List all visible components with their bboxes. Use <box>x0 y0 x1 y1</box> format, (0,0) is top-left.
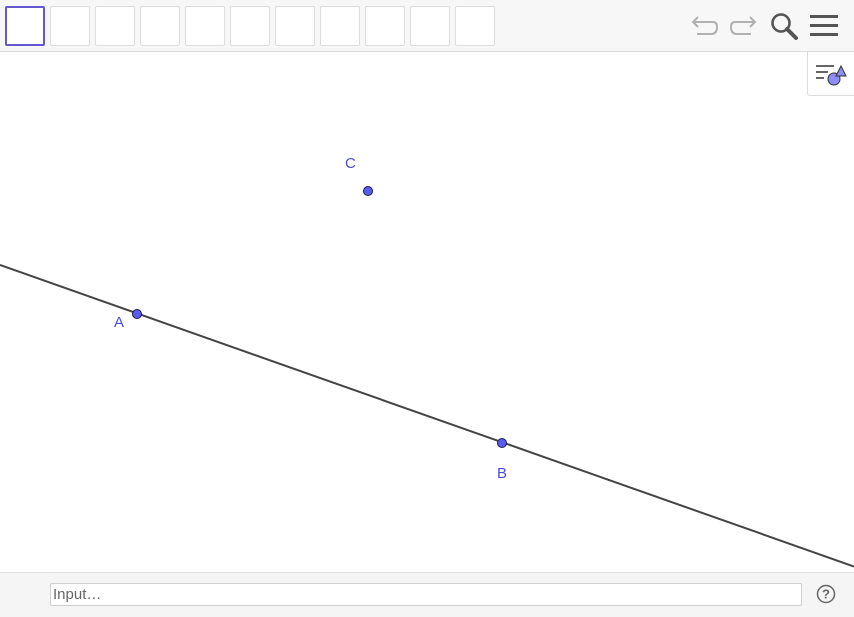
tool-button-5[interactable] <box>185 6 225 46</box>
tool-button-3[interactable] <box>95 6 135 46</box>
input-help-button[interactable]: ? <box>816 584 836 604</box>
main-menu-button[interactable] <box>808 10 840 42</box>
algebra-input-field[interactable] <box>50 583 802 606</box>
point-c[interactable] <box>363 186 373 196</box>
tool-button-11[interactable] <box>455 6 495 46</box>
geogebra-app: A B C ? <box>0 0 854 617</box>
tool-button-9[interactable] <box>365 6 405 46</box>
tool-button-8[interactable] <box>320 6 360 46</box>
help-icon: ? <box>816 584 836 604</box>
style-bar-toggle-icon <box>816 64 847 85</box>
line-ab[interactable] <box>0 264 854 568</box>
tool-button-10[interactable] <box>410 6 450 46</box>
input-bar: ? <box>0 572 854 617</box>
redo-button[interactable] <box>728 10 760 42</box>
point-b-label: B <box>497 465 507 482</box>
point-a[interactable] <box>132 309 142 319</box>
graphics-canvas[interactable]: A B C <box>0 53 854 572</box>
undo-icon <box>691 16 719 35</box>
point-a-label: A <box>114 314 124 331</box>
redo-icon <box>729 16 757 35</box>
tool-button-2[interactable] <box>50 6 90 46</box>
search-icon <box>771 13 798 40</box>
search-button[interactable] <box>768 10 800 42</box>
help-symbol: ? <box>822 587 830 602</box>
hamburger-menu-icon <box>810 15 838 36</box>
tool-button-4[interactable] <box>140 6 180 46</box>
tool-button-6[interactable] <box>230 6 270 46</box>
tool-button-move[interactable] <box>5 6 45 46</box>
toolbar <box>0 0 854 52</box>
tool-buttons <box>5 6 495 46</box>
point-c-label: C <box>345 155 356 172</box>
graphics-view[interactable]: A B C <box>0 53 854 572</box>
toolbar-actions <box>688 10 840 42</box>
point-b[interactable] <box>497 438 507 448</box>
undo-button[interactable] <box>688 10 720 42</box>
style-bar-toggle[interactable] <box>807 52 854 96</box>
tool-button-7[interactable] <box>275 6 315 46</box>
